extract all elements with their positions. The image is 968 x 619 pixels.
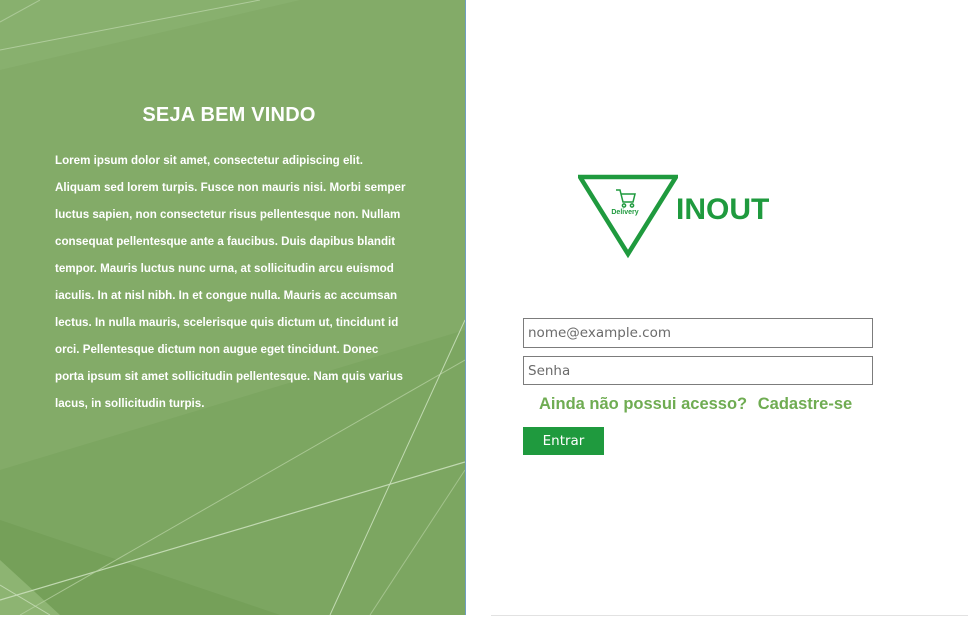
no-access-text: Ainda não possui acesso?	[539, 395, 748, 413]
panel-divider	[465, 0, 466, 615]
welcome-description: Lorem ipsum dolor sit amet, consectetur …	[55, 154, 406, 410]
welcome-panel: SEJA BEM VINDO Lorem ipsum dolor sit ame…	[0, 0, 465, 615]
brand-name: INOUT	[676, 193, 770, 226]
login-page: SEJA BEM VINDO Lorem ipsum dolor sit ame…	[0, 0, 968, 619]
inout-delivery-logo: Delivery INOUT	[578, 174, 778, 260]
welcome-title: SEJA BEM VINDO	[142, 104, 316, 126]
register-link[interactable]: Cadastre-se	[758, 395, 852, 413]
bottom-divider	[491, 615, 968, 616]
shopping-cart-icon	[616, 189, 636, 208]
login-button[interactable]: Entrar	[523, 427, 604, 455]
triangle-logo-icon	[578, 174, 678, 259]
register-prompt: Ainda não possui acesso? Cadastre-se	[539, 395, 852, 414]
delivery-tagline: Delivery	[611, 209, 639, 216]
password-input[interactable]	[523, 356, 873, 385]
email-input[interactable]	[523, 318, 873, 348]
